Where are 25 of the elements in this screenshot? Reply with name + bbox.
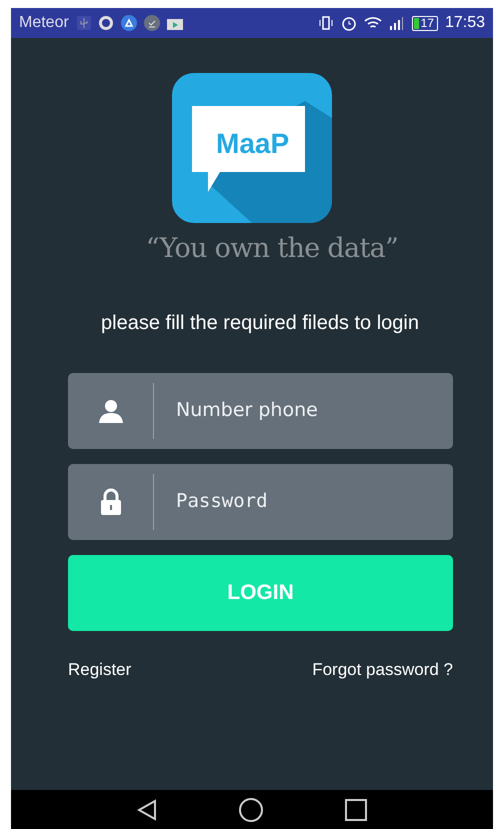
back-icon[interactable] bbox=[137, 798, 157, 820]
check-icon bbox=[144, 15, 160, 31]
signal-icon bbox=[388, 16, 405, 30]
text-input[interactable]: Number phone bbox=[176, 396, 436, 425]
usb-icon bbox=[76, 16, 91, 30]
input-field[interactable]: Number phone bbox=[68, 372, 453, 448]
instruction-text: please fill the required fileds to login bbox=[101, 310, 419, 336]
text-input[interactable]: Password bbox=[176, 487, 436, 516]
carrier-name: Meteor bbox=[19, 13, 69, 33]
wifi-icon bbox=[364, 16, 382, 30]
recents-icon[interactable] bbox=[345, 798, 367, 820]
battery-level: 17 bbox=[420, 17, 435, 29]
forgot-password-link[interactable]: Forgot password ? bbox=[312, 656, 453, 682]
alarm-icon bbox=[340, 15, 357, 31]
vibrate-icon bbox=[318, 15, 334, 31]
register-link[interactable]: Register bbox=[68, 656, 132, 682]
input-field[interactable]: Password bbox=[68, 464, 453, 540]
home-icon[interactable] bbox=[239, 798, 263, 822]
lock-icon bbox=[100, 488, 122, 516]
logo-text: MaaP bbox=[216, 127, 290, 161]
speech-bubble-icon bbox=[192, 106, 305, 192]
battery-fill bbox=[414, 18, 419, 28]
tagline: “You own the data” bbox=[146, 232, 398, 266]
person-icon bbox=[98, 398, 124, 424]
clock: 17:53 bbox=[444, 13, 485, 33]
